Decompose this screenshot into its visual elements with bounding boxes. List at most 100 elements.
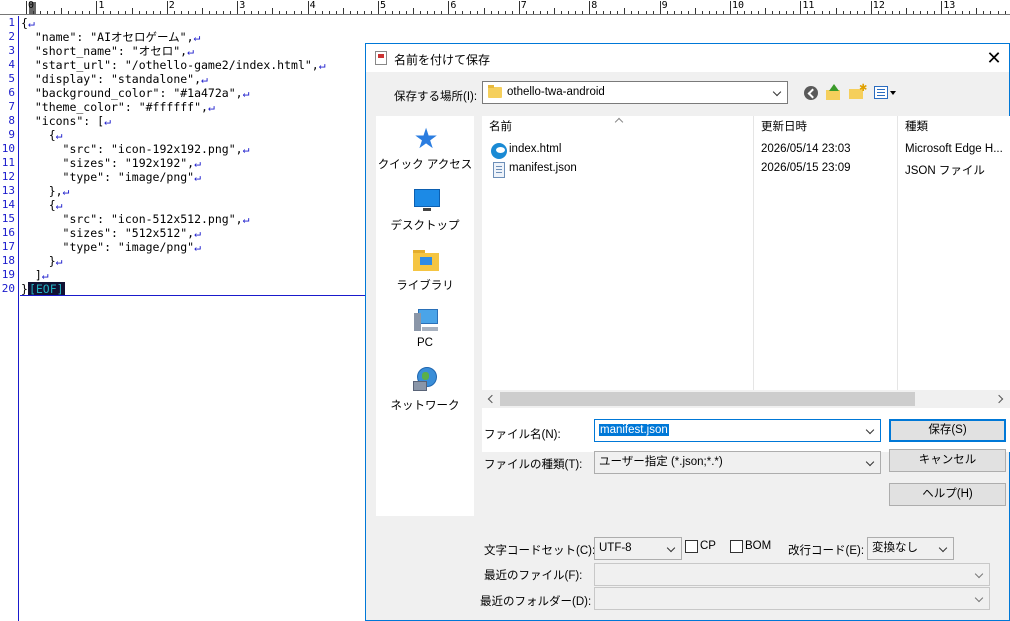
ruler-tick <box>652 11 654 14</box>
save-button[interactable]: 保存(S) <box>889 419 1006 442</box>
new-folder-icon[interactable]: ✱ <box>848 83 868 103</box>
file-row-index-html[interactable]: index.html 2026/05/14 23:03 Microsoft Ed… <box>484 141 1010 160</box>
horizontal-scrollbar[interactable] <box>482 390 1010 408</box>
ruler-mark: 11 <box>802 0 815 11</box>
newline-value: 変換なし <box>872 542 918 554</box>
scroll-left-icon[interactable] <box>482 390 500 408</box>
line-number: 5 <box>8 72 15 85</box>
close-icon[interactable]: ✕ <box>983 47 1005 69</box>
scrollbar-thumb[interactable] <box>500 392 915 406</box>
help-button[interactable]: ヘルプ(H) <box>889 483 1006 506</box>
code-line: {↵ <box>21 128 63 142</box>
newline-marker: ↵ <box>55 198 63 212</box>
file-date: 2026/05/15 23:09 <box>761 162 851 174</box>
line-number: 20 <box>1 282 15 295</box>
ruler-mark: 4 <box>309 0 316 11</box>
ruler-tick <box>744 11 746 14</box>
line-number: 1 <box>8 16 15 29</box>
ruler-tick <box>216 11 218 14</box>
filetype-select[interactable]: ユーザー指定 (*.json;*.*) <box>594 451 881 474</box>
ruler-tick <box>610 11 612 14</box>
newline-select[interactable]: 変換なし <box>867 537 954 560</box>
charset-select[interactable]: UTF-8 <box>594 537 682 560</box>
ruler-tick <box>40 11 42 14</box>
code-line: {↵ <box>21 198 63 212</box>
ruler-tick <box>673 11 675 14</box>
place-desktop[interactable]: デスクトップ <box>376 183 474 241</box>
ruler-tick <box>546 11 548 14</box>
recent-file-select[interactable] <box>594 563 990 586</box>
chevron-down-icon <box>974 588 986 609</box>
location-select[interactable]: othello-twa-android <box>482 81 788 104</box>
scroll-right-icon[interactable] <box>992 390 1010 408</box>
code-text: "icons": [ <box>21 114 105 128</box>
ruler-tick <box>476 11 478 14</box>
location-value: othello-twa-android <box>507 86 605 98</box>
ruler-mark: 5 <box>380 0 387 11</box>
ruler-tick <box>1004 11 1006 14</box>
line-number: 16 <box>1 226 15 239</box>
ruler: 0 1 2 3 4 5 6 7 8 9 10 11 12 13 <box>0 0 1010 15</box>
desktop-icon <box>412 187 440 213</box>
code-text: "sizes": "512x512", <box>21 226 195 240</box>
place-quick-access[interactable]: ★ クイック アクセス <box>376 122 474 180</box>
ruler-tick <box>47 11 49 14</box>
back-icon[interactable] <box>802 83 822 103</box>
place-network[interactable]: ネットワーク <box>376 363 474 421</box>
recent-file-label: 最近のファイル(F): <box>484 570 583 582</box>
ruler-tick <box>884 11 886 14</box>
ruler-tick <box>898 11 900 14</box>
recent-folder-select[interactable] <box>594 587 990 610</box>
code-line: "src": "icon-512x512.png",↵ <box>21 212 250 226</box>
ruler-tick <box>920 11 922 14</box>
place-library[interactable]: ライブラリ <box>376 243 474 301</box>
code-line: "type": "image/png"↵ <box>21 240 202 254</box>
ruler-tick <box>758 11 760 14</box>
ruler-tick <box>793 11 795 14</box>
ruler-tick <box>849 11 851 14</box>
ruler-tick <box>321 11 323 14</box>
ruler-tick <box>504 11 506 14</box>
ruler-tick <box>814 11 816 14</box>
ruler-tick <box>962 11 964 14</box>
newline-marker: ↵ <box>242 86 250 100</box>
bom-checkbox[interactable] <box>730 540 743 553</box>
ruler-mark: 1 <box>98 0 105 11</box>
chevron-down-icon[interactable] <box>865 420 877 441</box>
newline-marker: ↵ <box>55 254 63 268</box>
ruler-tick <box>927 11 929 14</box>
ruler-tick <box>751 11 753 14</box>
ruler-tick <box>356 11 358 14</box>
cp-checkbox[interactable] <box>685 540 698 553</box>
ruler-tick <box>209 11 211 14</box>
ruler-tick <box>335 11 337 14</box>
library-icon <box>412 247 440 273</box>
charset-label: 文字コードセット(C): <box>484 545 596 557</box>
ruler-tick <box>406 11 408 14</box>
code-line: "display": "standalone",↵ <box>21 72 208 86</box>
view-menu-icon[interactable] <box>872 83 898 103</box>
column-header-date[interactable]: 更新日時 <box>761 118 807 134</box>
editor-text-area[interactable]: {↵ "name": "AIオセロゲーム",↵ "short_name": "オ… <box>21 16 366 621</box>
filename-input[interactable]: manifest.json <box>594 419 881 442</box>
up-folder-icon[interactable] <box>824 83 844 103</box>
chevron-down-icon <box>666 538 678 559</box>
ruler-tick <box>701 11 703 14</box>
ruler-tick <box>554 8 555 14</box>
ruler-tick <box>708 11 710 14</box>
ruler-mark: 2 <box>168 0 175 11</box>
ruler-tick <box>370 11 372 14</box>
recent-folder-label: 最近のフォルダー(D): <box>480 596 592 608</box>
newline-marker: ↵ <box>41 268 49 282</box>
column-header-type[interactable]: 種類 <box>905 118 928 134</box>
charset-value: UTF-8 <box>599 542 632 554</box>
code-text: "src": "icon-192x192.png", <box>21 142 243 156</box>
places-bar: ★ クイック アクセス デスクトップ ライブラリ PC ネットワーク <box>376 116 474 516</box>
column-header-name[interactable]: 名前 <box>489 118 512 134</box>
cancel-button[interactable]: キャンセル <box>889 449 1006 472</box>
cp-label: CP <box>700 540 716 552</box>
newline-marker: ↵ <box>194 170 202 184</box>
place-pc[interactable]: PC <box>376 303 474 361</box>
file-row-manifest-json[interactable]: manifest.json 2026/05/15 23:09 JSON ファイル <box>484 160 1010 179</box>
ruler-mark: 3 <box>239 0 246 11</box>
